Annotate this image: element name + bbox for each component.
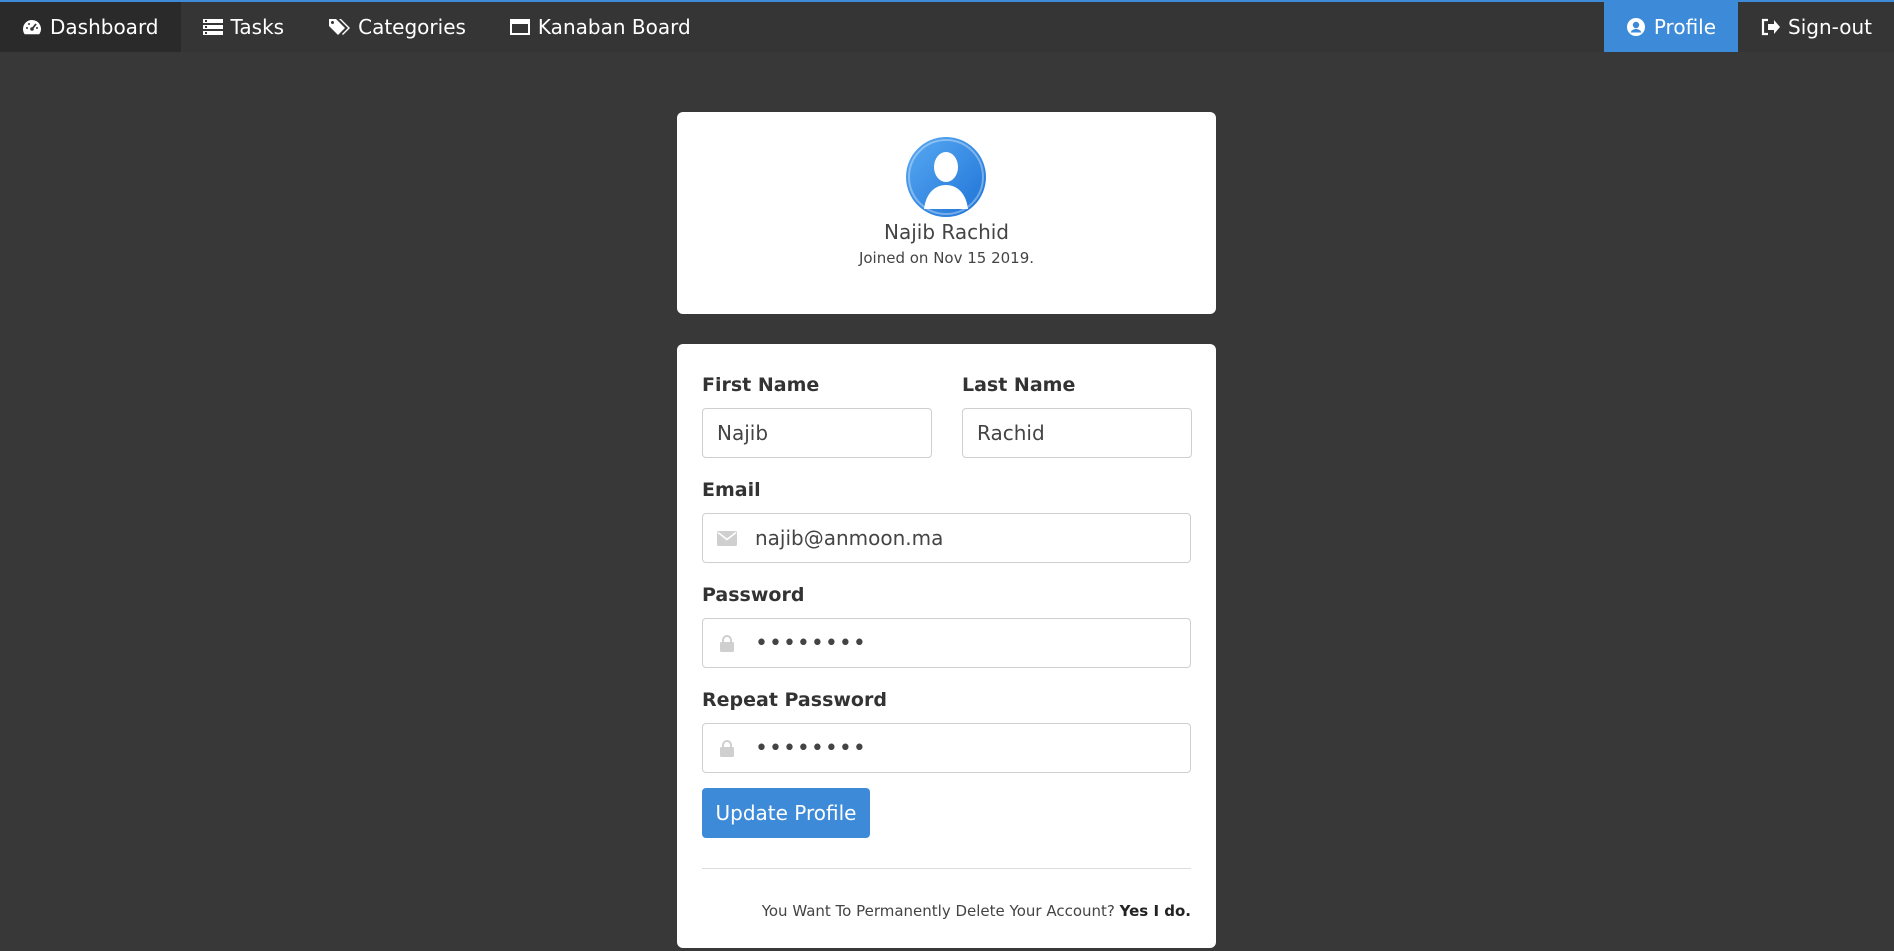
lock-icon <box>703 739 751 757</box>
repeat-password-value: •••••••• <box>755 735 867 761</box>
email-input[interactable]: najib@anmoon.ma <box>702 513 1191 563</box>
last-name-label: Last Name <box>962 374 1076 396</box>
update-profile-button[interactable]: Update Profile <box>702 788 870 838</box>
sign-out-icon <box>1760 18 1781 36</box>
window-icon <box>509 19 530 35</box>
nav-left-group: Dashboard Tasks Categories Kanaban Board <box>0 2 713 52</box>
email-label: Email <box>702 479 761 501</box>
last-name-value: Rachid <box>977 421 1045 445</box>
last-name-input[interactable]: Rachid <box>962 408 1192 458</box>
tags-icon <box>328 18 351 36</box>
envelope-icon <box>703 530 751 546</box>
password-input[interactable]: •••••••• <box>702 618 1191 668</box>
first-name-value: Najib <box>717 421 769 445</box>
delete-account-line: You Want To Permanently Delete Your Acco… <box>762 902 1191 920</box>
password-label: Password <box>702 584 805 606</box>
nav-label: Kanaban Board <box>537 15 691 39</box>
nav-item-kanban[interactable]: Kanaban Board <box>488 2 713 52</box>
profile-form-card: First Name Najib Last Name Rachid Email … <box>677 344 1216 948</box>
user-circle-icon <box>1626 17 1646 37</box>
nav-item-signout[interactable]: Sign-out <box>1738 2 1894 52</box>
user-silhouette-icon <box>908 139 984 215</box>
nav-label: Tasks <box>230 15 285 39</box>
divider <box>702 868 1191 869</box>
password-value: •••••••• <box>755 630 867 656</box>
profile-summary-card: Najib Rachid Joined on Nov 15 2019. <box>677 112 1216 314</box>
tasks-icon <box>202 19 223 35</box>
email-value: najib@anmoon.ma <box>755 526 944 550</box>
profile-name: Najib Rachid <box>883 220 1010 244</box>
nav-item-categories[interactable]: Categories <box>306 2 488 52</box>
nav-label: Profile <box>1653 15 1717 39</box>
delete-account-prompt: You Want To Permanently Delete Your Acco… <box>761 902 1115 920</box>
delete-account-link[interactable]: Yes I do. <box>1120 902 1191 920</box>
lock-icon <box>703 634 751 652</box>
top-navbar: Dashboard Tasks Categories Kanaban Board <box>0 0 1894 52</box>
nav-item-tasks[interactable]: Tasks <box>181 2 307 52</box>
first-name-label: First Name <box>702 374 820 396</box>
first-name-input[interactable]: Najib <box>702 408 932 458</box>
avatar <box>906 137 986 217</box>
profile-joined-date: Joined on Nov 15 2019. <box>858 249 1035 267</box>
nav-label: Dashboard <box>50 15 159 39</box>
nav-item-profile[interactable]: Profile <box>1603 2 1739 52</box>
nav-label: Sign-out <box>1788 15 1872 39</box>
nav-right-group: Profile Sign-out <box>1603 2 1894 52</box>
dashboard-icon <box>22 18 42 36</box>
nav-item-dashboard[interactable]: Dashboard <box>0 2 181 52</box>
nav-label: Categories <box>358 15 466 39</box>
repeat-password-input[interactable]: •••••••• <box>702 723 1191 773</box>
repeat-password-label: Repeat Password <box>702 689 887 711</box>
